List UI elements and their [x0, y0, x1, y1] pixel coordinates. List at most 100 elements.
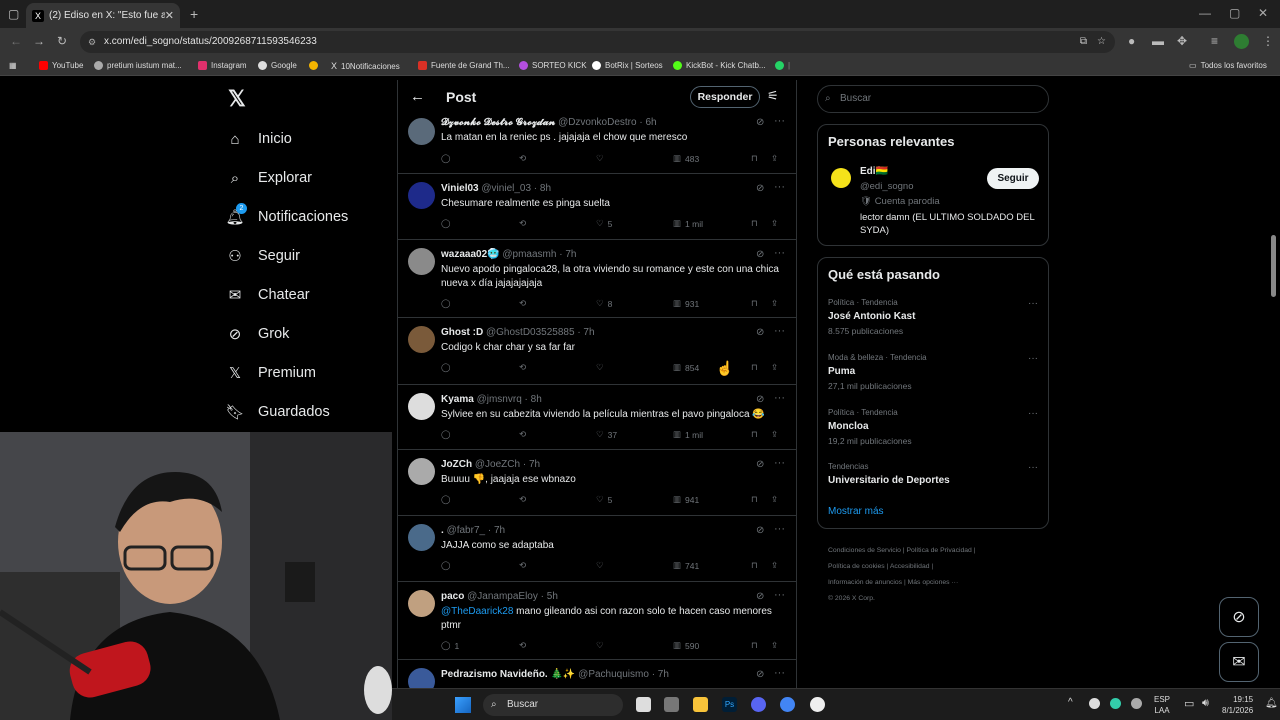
- nav-guardados[interactable]: 🔖︎ Guardados: [225, 403, 329, 421]
- author-name[interactable]: Kyama: [441, 394, 474, 405]
- messages-fab-button[interactable]: ✉: [1219, 642, 1259, 682]
- views-action[interactable]: ▥ 483: [673, 153, 699, 164]
- reload-icon[interactable]: ↻: [57, 34, 67, 48]
- network-icon[interactable]: ▭: [1184, 697, 1194, 710]
- bookmark-action[interactable]: ⊓: [751, 362, 758, 373]
- tweet[interactable]: Ghost :D @GhostD03525885 · 7h ⊘ ··· Codigo …: [398, 318, 796, 385]
- nav-chatear[interactable]: ✉ Chatear: [226, 286, 310, 304]
- bookmark-action[interactable]: ⊓: [751, 429, 758, 440]
- trend-item[interactable]: Política · Tendencia José Antonio Kast 8.5…: [828, 298, 1038, 336]
- author-handle[interactable]: @GhostD03525885 · 7h: [486, 327, 595, 338]
- footer-line[interactable]: Información de anuncios | Más opciones ·…: [828, 575, 1043, 591]
- tray-arrow-icon[interactable]: ^: [1068, 697, 1073, 708]
- grok-icon[interactable]: ⊘: [756, 669, 764, 680]
- tweet[interactable]: wazaaa02🥶 @pmaasmh · 7h ⊘ ··· Nuevo apodo p…: [398, 240, 796, 318]
- like-action[interactable]: ♡ 37: [596, 429, 617, 440]
- tray-icon[interactable]: [1089, 698, 1100, 709]
- views-action[interactable]: ▥ 1 mil: [673, 429, 703, 440]
- grok-icon[interactable]: ⊘: [756, 591, 764, 602]
- share-action[interactable]: ⇪: [771, 298, 778, 309]
- new-tab-icon[interactable]: +: [190, 6, 198, 22]
- menu-icon[interactable]: ⋮: [1262, 34, 1274, 48]
- like-action[interactable]: ♡: [596, 362, 608, 373]
- tweet[interactable]: Viniel03 @viniel_03 · 8h ⊘ ··· Chesumare re…: [398, 174, 796, 240]
- author-handle[interactable]: @viniel_03 · 8h: [481, 183, 551, 194]
- relevant-name[interactable]: Edi🇧🇴: [860, 166, 888, 177]
- author-name[interactable]: Viniel03: [441, 183, 479, 194]
- footer-line[interactable]: Política de cookies | Accesibilidad |: [828, 559, 1043, 575]
- reply-action[interactable]: ◯: [441, 218, 455, 229]
- tweet[interactable]: 𝓓𝔃𝓿𝓸𝓷𝓴𝓸 𝓓𝓮𝓼𝓽𝓻𝓸 𝓖𝓻𝓸𝔃𝓭𝓪𝓷 @DzvonkoDestro · …: [398, 115, 796, 174]
- grok-icon[interactable]: ⊘: [756, 394, 764, 405]
- extension2-icon[interactable]: ▬: [1152, 34, 1164, 48]
- more-icon[interactable]: ···: [1028, 462, 1038, 473]
- more-icon[interactable]: ···: [774, 667, 785, 679]
- avatar[interactable]: [408, 248, 435, 275]
- nav-grok[interactable]: ⊘ Grok: [226, 325, 290, 343]
- bookmark-colored[interactable]: [309, 61, 318, 70]
- bookmark-action[interactable]: ⊓: [751, 640, 758, 651]
- windows-start-icon[interactable]: [455, 697, 471, 713]
- tray-icon-3[interactable]: [1131, 698, 1142, 709]
- author-name[interactable]: Pedrazismo Navideño. 🎄✨: [441, 669, 575, 680]
- file-explorer-icon[interactable]: [693, 697, 708, 712]
- views-action[interactable]: ▥ 931: [673, 298, 699, 309]
- share-action[interactable]: ⇪: [771, 640, 778, 651]
- footer-line[interactable]: Condiciones de Servicio | Política de Pr…: [828, 543, 1043, 559]
- like-action[interactable]: ♡ 5: [596, 218, 612, 229]
- bookmark-whatsapp[interactable]: |: [775, 61, 790, 70]
- bookmark-google[interactable]: Google: [258, 61, 297, 70]
- author-handle[interactable]: @fabr7_ · 7h: [447, 525, 506, 536]
- share-action[interactable]: ⇪: [771, 362, 778, 373]
- more-icon[interactable]: ···: [774, 589, 785, 601]
- grok-icon[interactable]: ⊘: [756, 327, 764, 338]
- trend-item[interactable]: Moda & belleza · Tendencia Puma 27,1 mil p…: [828, 353, 1038, 391]
- bookmark-action[interactable]: ⊓: [751, 298, 758, 309]
- url-bar[interactable]: ⚙ x.com/edi_sogno/status/200926871159354…: [80, 31, 1115, 53]
- tray-icon-2[interactable]: [1110, 698, 1121, 709]
- nav-notificaciones[interactable]: 🔔︎ 2 Notificaciones: [225, 203, 348, 226]
- more-icon[interactable]: ···: [1028, 408, 1038, 419]
- install-icon[interactable]: ⧉: [1080, 31, 1087, 53]
- reply-action[interactable]: ◯: [441, 298, 455, 309]
- author-handle[interactable]: @JanampaEloy · 5h: [467, 591, 558, 602]
- reply-action[interactable]: ◯: [441, 494, 455, 505]
- more-icon[interactable]: ···: [774, 181, 785, 193]
- site-info-icon[interactable]: ⚙: [88, 31, 96, 53]
- extension-icon[interactable]: ●: [1128, 34, 1135, 48]
- share-action[interactable]: ⇪: [771, 560, 778, 571]
- browser-tab[interactable]: X (2) Ediso en X: "Esto fue a inicio ✕: [26, 3, 180, 28]
- profile-avatar[interactable]: [1234, 34, 1249, 49]
- tweet[interactable]: . @fabr7_ · 7h ⊘ ··· JAJJA como se adaptaba…: [398, 516, 796, 582]
- avatar[interactable]: [408, 524, 435, 551]
- x-logo-icon[interactable]: 𝕏: [228, 86, 246, 112]
- bookmark-action[interactable]: ⊓: [751, 153, 758, 164]
- taskbar-search[interactable]: ⌕ Buscar: [483, 694, 623, 716]
- bookmark-sorteo-kick[interactable]: SORTEO KICK: [519, 61, 587, 70]
- author-handle[interactable]: @Pachuquismo · 7h: [578, 669, 669, 680]
- like-action[interactable]: ♡ 5: [596, 494, 612, 505]
- close-window-icon[interactable]: ✕: [1258, 6, 1268, 20]
- bookmark-action[interactable]: ⊓: [751, 218, 758, 229]
- retweet-action[interactable]: ⟲: [519, 640, 526, 651]
- views-action[interactable]: ▥ 590: [673, 640, 699, 651]
- tweet[interactable]: JoZCh @JoeZCh · 7h ⊘ ··· Buuuu 👎, jaajaja e…: [398, 450, 796, 516]
- avatar[interactable]: [408, 118, 435, 145]
- grok-icon[interactable]: ⊘: [756, 117, 764, 128]
- author-name[interactable]: Ghost :D: [441, 327, 483, 338]
- like-action[interactable]: ♡: [596, 153, 608, 164]
- more-icon[interactable]: ···: [774, 325, 785, 337]
- author-handle[interactable]: @pmaasmh · 7h: [502, 249, 576, 260]
- views-action[interactable]: ▥ 1 mil: [673, 218, 703, 229]
- nav-inicio[interactable]: ⌂ Inicio: [226, 130, 291, 148]
- like-action[interactable]: ♡ 8: [596, 298, 612, 309]
- retweet-action[interactable]: ⟲: [519, 560, 526, 571]
- avatar[interactable]: [831, 168, 851, 188]
- reply-action[interactable]: ◯: [441, 560, 455, 571]
- bookmark-youtube[interactable]: YouTube: [39, 61, 83, 70]
- author-name[interactable]: .: [441, 525, 444, 536]
- like-action[interactable]: ♡: [596, 560, 608, 571]
- reply-action[interactable]: ◯ 1: [441, 640, 459, 651]
- more-icon[interactable]: ···: [774, 115, 785, 127]
- grok-icon[interactable]: ⊘: [756, 459, 764, 470]
